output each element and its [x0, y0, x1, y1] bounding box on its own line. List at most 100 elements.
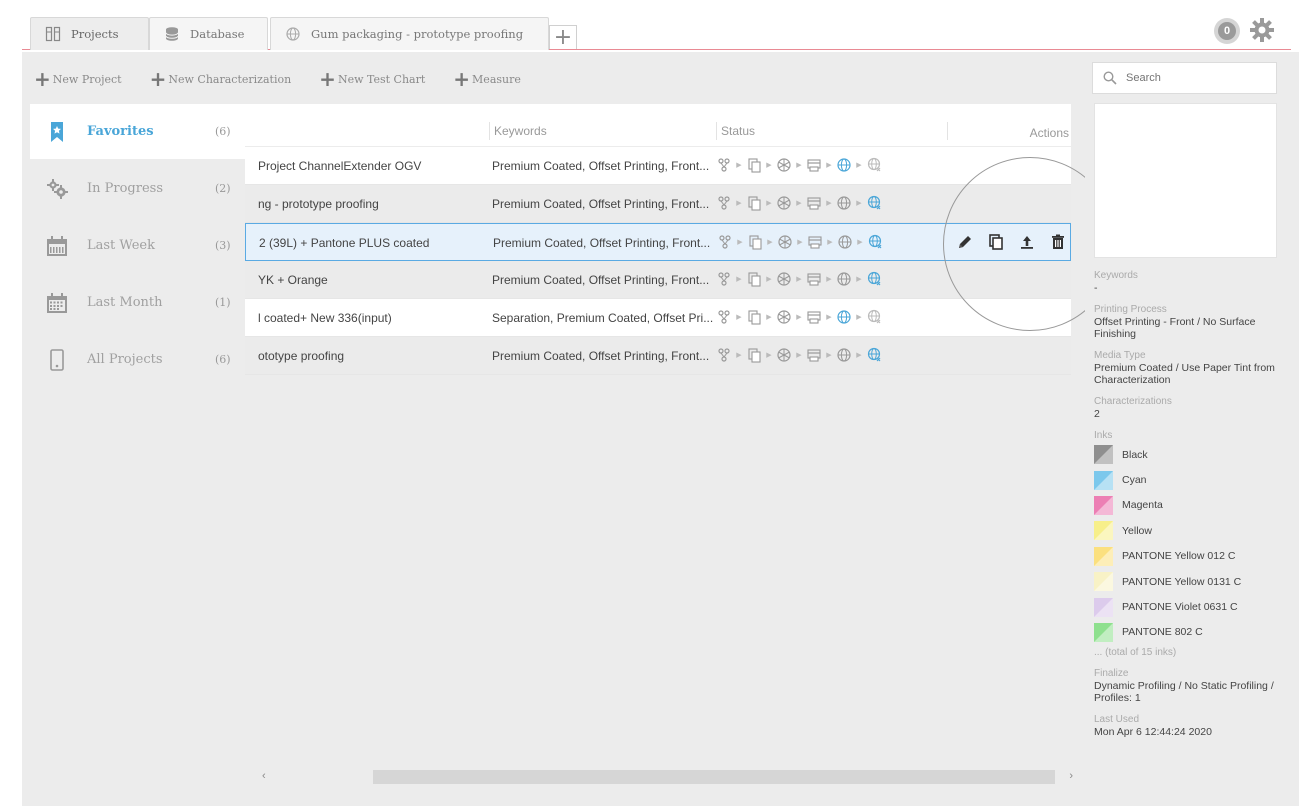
scroll-left-icon[interactable]: ‹	[262, 770, 266, 782]
column-header-actions: Actions	[1029, 126, 1069, 140]
search-input[interactable]	[1126, 72, 1256, 84]
table-row[interactable]: Project ChannelExtender OGV Premium Coate…	[245, 147, 1071, 185]
sidebar-item-in-progress[interactable]: In Progress (2)	[30, 161, 245, 216]
arrow-right-icon: ▶	[796, 200, 802, 207]
new-characterization-button[interactable]: + New Characterization	[150, 69, 292, 89]
add-tab-button[interactable]: +	[549, 25, 577, 49]
arrow-right-icon: ▶	[766, 200, 772, 207]
ink-item: PANTONE 802 C	[1094, 620, 1284, 645]
sidebar-item-label: Favorites	[87, 124, 154, 139]
printer-icon	[808, 236, 822, 249]
documents-icon	[748, 196, 761, 211]
project-status: ▶ ▶ ▶ ▶ ▶	[716, 195, 882, 211]
tab-projects[interactable]: Projects	[30, 17, 149, 50]
last-used-label: Last Used	[1094, 714, 1140, 726]
project-keywords: Premium Coated, Offset Printing, Front..…	[492, 273, 710, 287]
sidebar-item-count: (3)	[215, 239, 231, 252]
ink-item: PANTONE Violet 0631 C	[1094, 594, 1284, 619]
arrow-right-icon: ▶	[826, 200, 832, 207]
keywords-label: Keywords	[1094, 270, 1138, 281]
sidebar-item-label: Last Month	[87, 295, 163, 310]
ink-name: Cyan	[1122, 474, 1147, 487]
tab-database[interactable]: Database	[149, 17, 268, 50]
ink-name: PANTONE Violet 0631 C	[1122, 601, 1238, 614]
project-status: ▶ ▶ ▶ ▶ ▶	[716, 347, 882, 363]
ink-item: Magenta	[1094, 493, 1284, 518]
new-test-chart-button[interactable]: + New Test Chart	[319, 69, 425, 89]
plus-icon: +	[34, 67, 51, 91]
column-header-status[interactable]: Status	[716, 122, 755, 140]
search-icon	[1103, 71, 1117, 85]
sidebar-item-favorites[interactable]: Favorites (6)	[30, 104, 245, 159]
ink-name: Magenta	[1122, 499, 1163, 512]
project-keywords: Premium Coated, Offset Printing, Front..…	[492, 349, 710, 363]
sidebar-item-all-projects[interactable]: All Projects (6)	[30, 332, 245, 387]
media-type-value: Premium Coated / Use Paper Tint from Cha…	[1094, 362, 1275, 386]
ink-swatch	[1094, 521, 1113, 541]
project-status: ▶ ▶ ▶ ▶ ▶	[716, 271, 882, 287]
scroll-right-icon[interactable]: ›	[1069, 770, 1073, 782]
printer-icon	[807, 197, 821, 210]
ink-swatch	[1094, 622, 1113, 642]
sidebar-item-last-week[interactable]: Last Week (3)	[30, 218, 245, 273]
notification-badge[interactable]: 0	[1214, 18, 1240, 44]
ink-swatch	[1094, 445, 1113, 465]
gear-icon[interactable]	[1248, 16, 1276, 44]
project-keywords: Premium Coated, Offset Printing, Front..…	[493, 236, 711, 250]
printing-process-label: Printing Process	[1094, 304, 1167, 315]
ink-list: Black Cyan Magenta Yellow PANTONE Yellow 012…	[1094, 442, 1284, 645]
database-icon	[165, 27, 179, 41]
measure-button[interactable]: + Measure	[453, 69, 521, 89]
horizontal-scrollbar[interactable]: ‹ ›	[258, 770, 1073, 784]
arrow-right-icon: ▶	[856, 276, 862, 283]
column-header-keywords[interactable]: Keywords	[489, 122, 547, 140]
arrow-right-icon: ▶	[796, 276, 802, 283]
sidebar-item-label: All Projects	[87, 352, 163, 367]
gears-icon	[47, 178, 68, 199]
chart-icon	[777, 348, 791, 362]
sidebar-item-label: Last Week	[87, 238, 155, 253]
tab-gum-packaging[interactable]: Gum packaging - prototype proofing	[270, 17, 549, 50]
plus-icon: +	[149, 67, 167, 91]
ink-item: Yellow	[1094, 518, 1284, 543]
new-project-button[interactable]: + New Project	[34, 69, 122, 89]
sidebar-item-last-month[interactable]: Last Month (1)	[30, 275, 245, 330]
arrow-right-icon: ▶	[796, 352, 802, 359]
plus-icon: +	[319, 67, 336, 91]
project-name: ng - prototype proofing	[258, 197, 379, 211]
project-keywords: Premium Coated, Offset Printing, Front..…	[492, 197, 710, 211]
globe-icon	[837, 196, 851, 210]
arrow-right-icon: ▶	[827, 239, 833, 246]
workflow-icon	[718, 348, 730, 362]
arrow-right-icon: ▶	[767, 239, 773, 246]
project-status: ▶ ▶ ▶ ▶ ▶	[717, 234, 883, 250]
ink-name: PANTONE Yellow 012 C	[1122, 550, 1236, 563]
scrollbar-thumb[interactable]	[373, 770, 1055, 784]
documents-icon	[748, 158, 761, 173]
table-row[interactable]: ototype proofing Premium Coated, Offset P…	[245, 337, 1071, 375]
keywords-value: -	[1094, 282, 1098, 294]
arrow-right-icon: ▶	[766, 314, 772, 321]
arrow-right-icon: ▶	[766, 162, 772, 169]
project-status: ▶ ▶ ▶ ▶ ▶	[716, 157, 882, 173]
arrow-right-icon: ▶	[796, 162, 802, 169]
tab-label: Gum packaging - prototype proofing	[311, 27, 524, 41]
characterizations-value: 2	[1094, 408, 1100, 420]
arrow-right-icon: ▶	[766, 276, 772, 283]
search-box[interactable]	[1092, 62, 1277, 94]
project-keywords: Separation, Premium Coated, Offset Pri..…	[492, 311, 714, 325]
network-globe-icon	[867, 309, 881, 324]
chart-icon	[777, 310, 791, 324]
ink-name: Black	[1122, 448, 1148, 461]
project-details: Keywords - Printing Process Offset Print…	[1094, 270, 1284, 748]
ink-swatch	[1094, 597, 1113, 617]
globe-icon	[286, 27, 300, 41]
new-project-label: New Project	[52, 72, 122, 86]
workflow-icon	[718, 196, 730, 210]
ink-item: PANTONE Yellow 012 C	[1094, 544, 1284, 569]
ink-item: PANTONE Yellow 0131 C	[1094, 569, 1284, 594]
column-divider	[947, 122, 948, 140]
ink-item: Cyan	[1094, 467, 1284, 492]
table-row[interactable]: l coated+ New 336(input) Separation, Prem…	[245, 299, 1071, 337]
sidebar-item-count: (2)	[215, 182, 231, 195]
